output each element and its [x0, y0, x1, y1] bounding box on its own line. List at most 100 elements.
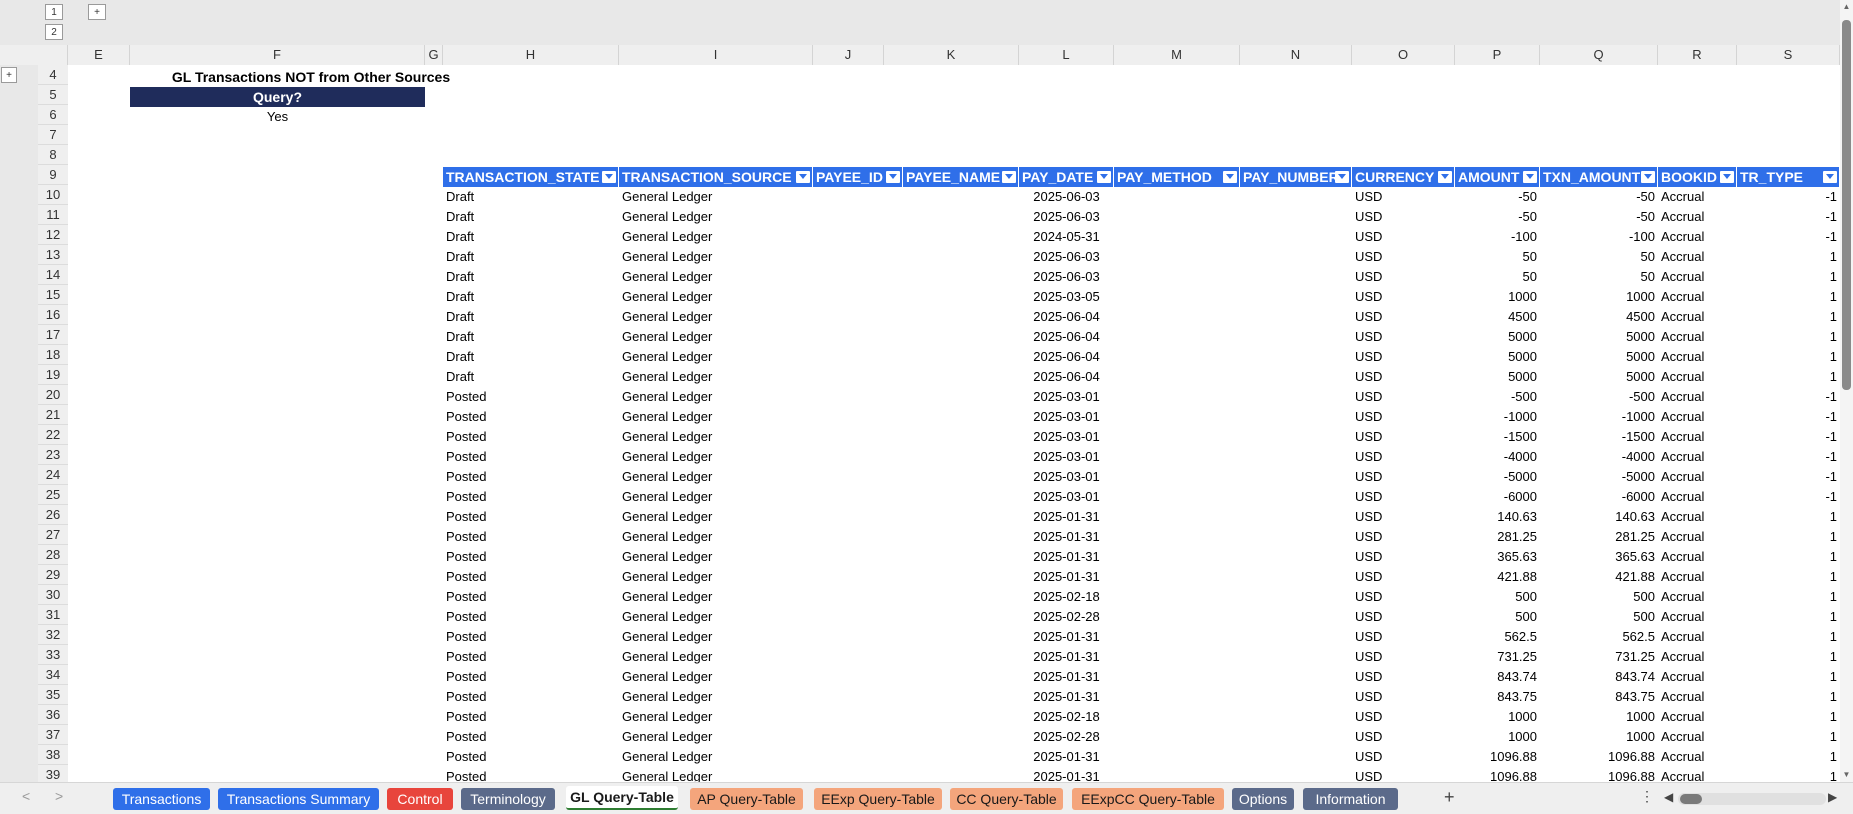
table-cell[interactable]: Posted [443, 707, 619, 727]
table-header-payee-id[interactable]: PAYEE_ID [813, 167, 903, 187]
table-cell[interactable]: USD [1352, 707, 1455, 727]
table-cell[interactable]: 50 [1455, 267, 1540, 287]
column-header-m[interactable]: M [1114, 45, 1240, 65]
column-header-f[interactable]: F [130, 45, 425, 65]
filter-dropdown-icon[interactable] [1438, 171, 1452, 183]
table-header-tr-type[interactable]: TR_TYPE [1737, 167, 1840, 187]
column-header-q[interactable]: Q [1540, 45, 1658, 65]
table-cell[interactable]: 1096.88 [1455, 767, 1540, 782]
row-header-38[interactable]: 38 [38, 745, 68, 765]
table-cell[interactable]: Accrual [1658, 287, 1737, 307]
table-header-amount[interactable]: AMOUNT [1455, 167, 1540, 187]
hscroll-right-icon[interactable]: ▶ [1828, 790, 1837, 804]
table-cell[interactable]: Draft [443, 207, 619, 227]
column-header-h[interactable]: H [443, 45, 619, 65]
table-cell[interactable]: Posted [443, 527, 619, 547]
table-cell[interactable]: 2025-03-01 [1019, 387, 1114, 407]
row-header-29[interactable]: 29 [38, 565, 68, 585]
table-cell[interactable]: General Ledger [619, 207, 813, 227]
table-cell[interactable]: -500 [1455, 387, 1540, 407]
table-cell[interactable]: Posted [443, 647, 619, 667]
row-header-36[interactable]: 36 [38, 705, 68, 725]
table-cell[interactable]: USD [1352, 287, 1455, 307]
table-cell[interactable]: USD [1352, 427, 1455, 447]
table-cell[interactable]: General Ledger [619, 747, 813, 767]
table-cell[interactable]: 1 [1737, 307, 1840, 327]
table-header-pay-method[interactable]: PAY_METHOD [1114, 167, 1240, 187]
column-header-i[interactable]: I [619, 45, 813, 65]
table-cell[interactable]: General Ledger [619, 227, 813, 247]
table-cell[interactable]: Accrual [1658, 507, 1737, 527]
row-header-18[interactable]: 18 [38, 345, 68, 365]
table-cell[interactable]: 50 [1540, 247, 1658, 267]
table-cell[interactable]: General Ledger [619, 467, 813, 487]
table-cell[interactable]: 2024-05-31 [1019, 227, 1114, 247]
filter-dropdown-icon[interactable] [1097, 171, 1111, 183]
table-cell[interactable]: 2025-03-01 [1019, 487, 1114, 507]
table-cell[interactable]: USD [1352, 247, 1455, 267]
scroll-up-icon[interactable]: ▲ [1842, 2, 1851, 11]
table-cell[interactable]: Accrual [1658, 407, 1737, 427]
table-cell[interactable]: 2025-06-03 [1019, 187, 1114, 207]
table-cell[interactable]: General Ledger [619, 667, 813, 687]
row-header-8[interactable]: 8 [38, 145, 68, 165]
row-header-20[interactable]: 20 [38, 385, 68, 405]
table-cell[interactable]: Posted [443, 587, 619, 607]
table-cell[interactable]: 2025-01-31 [1019, 747, 1114, 767]
row-header-4[interactable]: 4 [38, 65, 68, 85]
row-header-28[interactable]: 28 [38, 545, 68, 565]
table-cell[interactable]: 2025-03-01 [1019, 467, 1114, 487]
table-cell[interactable]: USD [1352, 347, 1455, 367]
table-cell[interactable]: General Ledger [619, 587, 813, 607]
table-cell[interactable]: 843.74 [1540, 667, 1658, 687]
table-cell[interactable]: -5000 [1455, 467, 1540, 487]
table-cell[interactable]: 2025-06-03 [1019, 267, 1114, 287]
row-header-35[interactable]: 35 [38, 685, 68, 705]
table-cell[interactable]: USD [1352, 387, 1455, 407]
table-cell[interactable]: 1000 [1455, 287, 1540, 307]
row-header-11[interactable]: 11 [38, 205, 68, 225]
table-cell[interactable]: 2025-02-18 [1019, 707, 1114, 727]
table-cell[interactable]: Posted [443, 507, 619, 527]
worksheet-grid[interactable]: GL Transactions NOT from Other Sources Q… [68, 65, 1840, 782]
table-cell[interactable]: Posted [443, 447, 619, 467]
row-header-25[interactable]: 25 [38, 485, 68, 505]
table-cell[interactable]: -1 [1737, 427, 1840, 447]
table-cell[interactable]: -1500 [1455, 427, 1540, 447]
table-cell[interactable]: 843.74 [1455, 667, 1540, 687]
table-cell[interactable]: Accrual [1658, 767, 1737, 782]
table-cell[interactable]: General Ledger [619, 647, 813, 667]
filter-dropdown-icon[interactable] [1223, 171, 1237, 183]
table-cell[interactable]: -50 [1455, 207, 1540, 227]
table-cell[interactable]: 2025-03-01 [1019, 447, 1114, 467]
table-cell[interactable]: USD [1352, 547, 1455, 567]
sheet-tab-options[interactable]: Options [1232, 788, 1294, 810]
table-cell[interactable]: General Ledger [619, 767, 813, 782]
table-cell[interactable]: General Ledger [619, 607, 813, 627]
table-header-transaction-state[interactable]: TRANSACTION_STATE [443, 167, 619, 187]
table-cell[interactable]: 2025-01-31 [1019, 667, 1114, 687]
table-cell[interactable]: Posted [443, 607, 619, 627]
column-header-r[interactable]: R [1658, 45, 1737, 65]
table-cell[interactable]: -50 [1455, 187, 1540, 207]
table-cell[interactable]: Accrual [1658, 547, 1737, 567]
table-cell[interactable]: General Ledger [619, 547, 813, 567]
table-cell[interactable]: Posted [443, 567, 619, 587]
table-cell[interactable]: USD [1352, 767, 1455, 782]
table-cell[interactable]: General Ledger [619, 727, 813, 747]
table-cell[interactable]: USD [1352, 647, 1455, 667]
table-cell[interactable]: 4500 [1455, 307, 1540, 327]
table-cell[interactable]: Draft [443, 227, 619, 247]
table-cell[interactable]: USD [1352, 627, 1455, 647]
table-cell[interactable]: Posted [443, 467, 619, 487]
row-header-16[interactable]: 16 [38, 305, 68, 325]
select-all-corner[interactable] [38, 45, 68, 65]
row-header-37[interactable]: 37 [38, 725, 68, 745]
table-cell[interactable]: 2025-03-05 [1019, 287, 1114, 307]
row-header-22[interactable]: 22 [38, 425, 68, 445]
column-header-n[interactable]: N [1240, 45, 1352, 65]
table-cell[interactable]: -6000 [1540, 487, 1658, 507]
table-cell[interactable]: 5000 [1540, 347, 1658, 367]
table-cell[interactable]: General Ledger [619, 507, 813, 527]
row-header-23[interactable]: 23 [38, 445, 68, 465]
